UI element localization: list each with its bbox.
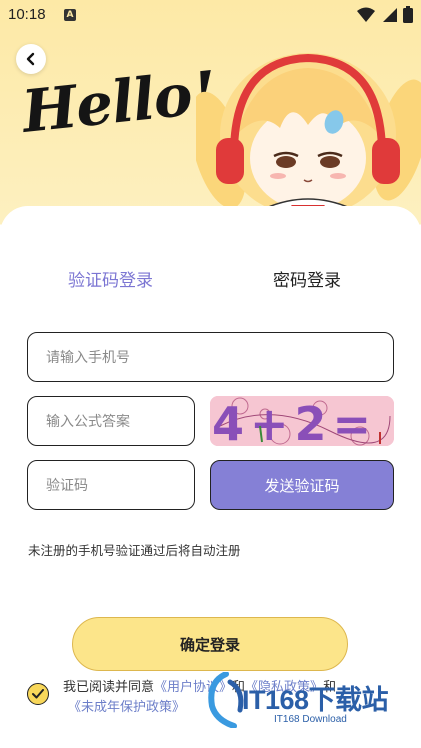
agreement-text-line2: 《未成年保护政策》 [68, 696, 185, 715]
phone-input[interactable]: 请输入手机号 [27, 332, 394, 382]
formula-placeholder: 输入公式答案 [46, 414, 130, 430]
watermark-logo: IT168下载站 IT168 Download [204, 670, 416, 740]
agreement-prefix: 我已阅读并同意 [63, 680, 155, 695]
check-icon [32, 689, 44, 699]
signal-icon [383, 7, 397, 22]
back-button[interactable] [16, 44, 46, 74]
agreement-checkbox[interactable] [27, 683, 49, 705]
auto-register-hint: 未注册的手机号验证通过后将自动注册 [28, 543, 241, 558]
code-placeholder: 验证码 [46, 478, 88, 494]
status-indicator-icon: A [64, 9, 76, 21]
tab-sms-login[interactable]: 验证码登录 [68, 266, 153, 291]
wifi-icon [357, 7, 375, 22]
formula-answer-input[interactable]: 输入公式答案 [27, 396, 195, 446]
minor-protection-link[interactable]: 《未成年保护政策》 [68, 700, 185, 715]
status-bar: 10:18 A [0, 0, 421, 30]
captcha-image[interactable]: 4+2= [210, 396, 394, 446]
confirm-login-button[interactable]: 确定登录 [72, 617, 348, 671]
greeting-title: Hello! [18, 58, 219, 146]
send-code-button[interactable]: 发送验证码 [210, 460, 394, 510]
watermark-text: IT168下载站 [242, 685, 389, 715]
back-chevron-icon [26, 52, 35, 66]
watermark-subtext: IT168 Download [274, 714, 347, 725]
tab-password-login[interactable]: 密码登录 [273, 266, 341, 291]
phone-placeholder: 请输入手机号 [46, 350, 130, 366]
status-time: 10:18 [8, 6, 46, 23]
captcha-text: 4+2= [212, 397, 377, 446]
verification-code-input[interactable]: 验证码 [27, 460, 195, 510]
captcha-graphic: 4+2= [210, 396, 394, 446]
status-icons [357, 6, 413, 23]
battery-icon [403, 6, 413, 23]
